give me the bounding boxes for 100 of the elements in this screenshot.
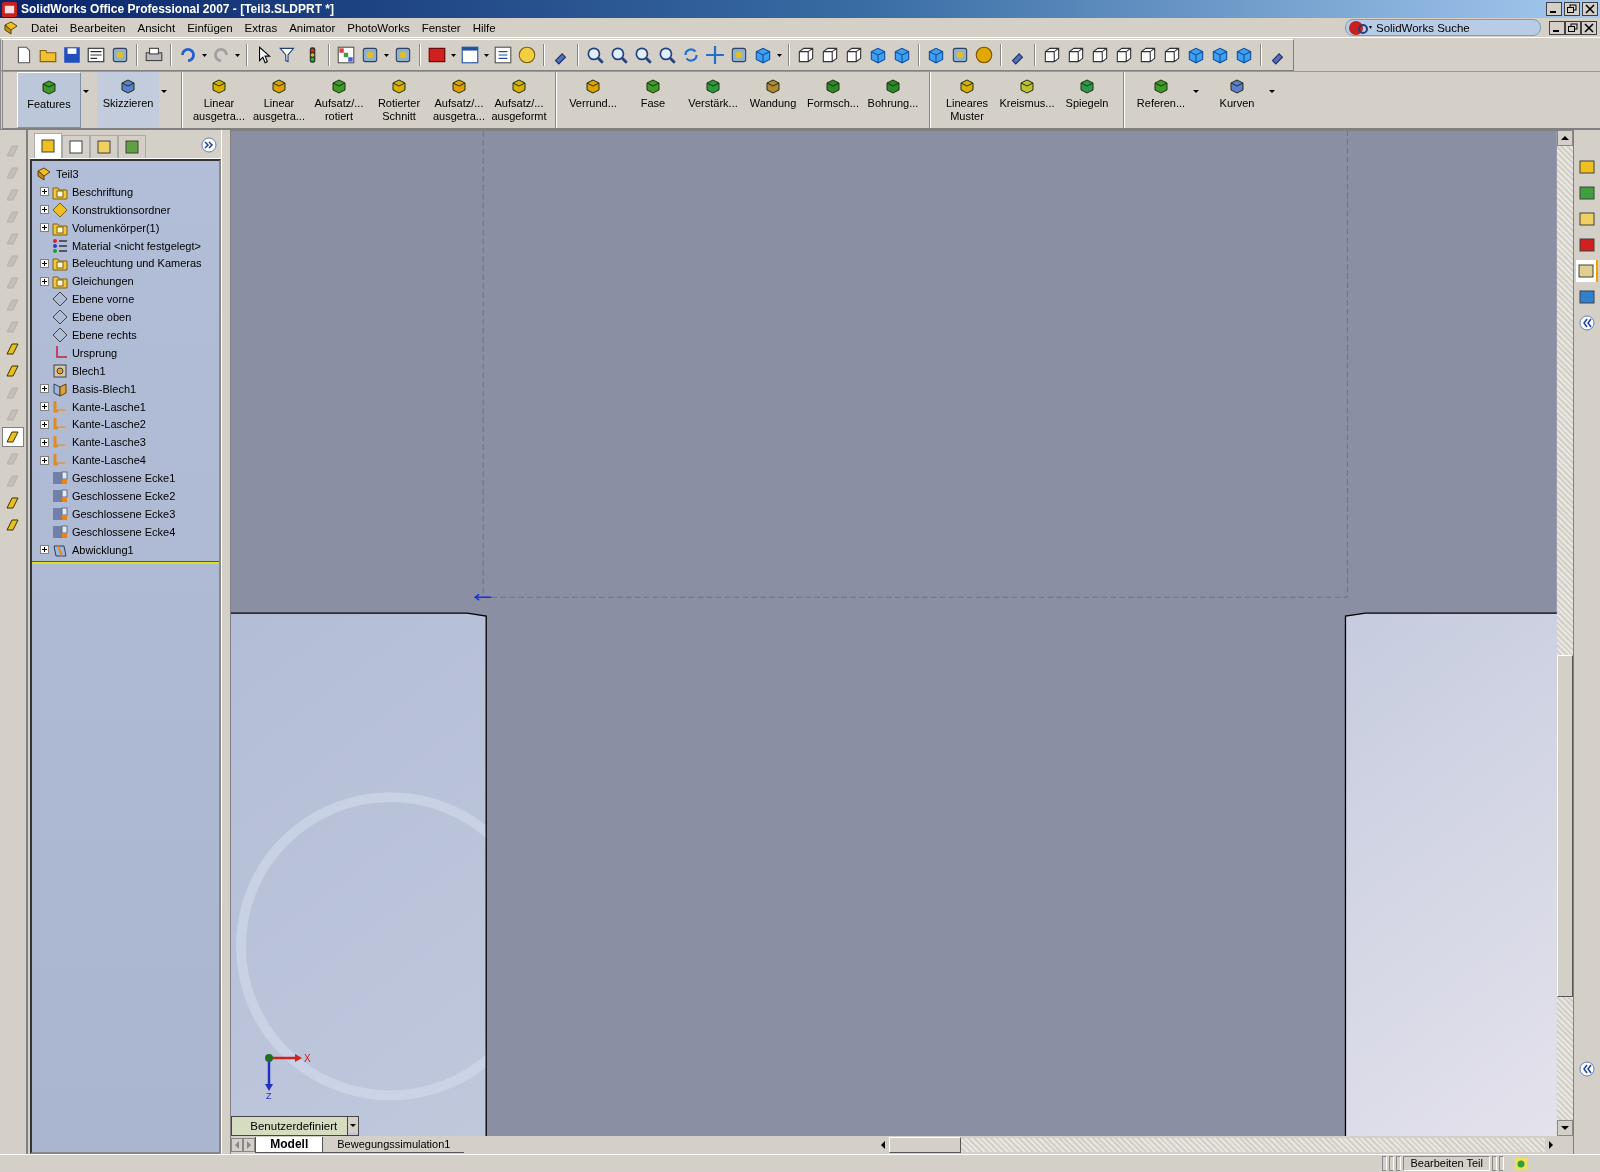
command-button[interactable]: Aufsatz/... ausgetra... bbox=[429, 72, 489, 128]
expand-toggle[interactable] bbox=[39, 384, 49, 394]
search-icon bbox=[1348, 19, 1374, 36]
tree-item[interactable]: Blech1 bbox=[71, 364, 106, 377]
tree-item[interactable]: Basis-Blech1 bbox=[71, 382, 137, 395]
search-field[interactable]: SolidWorks Suche bbox=[1374, 21, 1531, 34]
command-button[interactable]: Kurven bbox=[1207, 72, 1267, 128]
close-button[interactable] bbox=[1582, 2, 1598, 16]
tree-item[interactable]: Kante-Lasche4 bbox=[71, 454, 146, 467]
expand-toggle[interactable] bbox=[39, 455, 49, 465]
collapse-button[interactable] bbox=[1577, 312, 1598, 334]
tool-icon bbox=[704, 77, 722, 95]
panel-tab[interactable] bbox=[117, 135, 146, 158]
minimize-button[interactable] bbox=[1546, 2, 1562, 16]
command-button[interactable]: Lineares Muster bbox=[937, 72, 997, 128]
expand-toggle[interactable] bbox=[39, 276, 49, 286]
tree-item[interactable]: Ursprung bbox=[71, 346, 118, 359]
command-button[interactable]: Fase bbox=[623, 72, 683, 128]
command-button[interactable]: Referen... bbox=[1131, 72, 1191, 128]
command-button[interactable]: Wandung bbox=[743, 72, 803, 128]
bent-sheet-icon bbox=[51, 416, 68, 433]
tree-item[interactable]: Kante-Lasche2 bbox=[71, 418, 146, 431]
panel-tab[interactable] bbox=[61, 135, 90, 158]
menu-item[interactable]: Ansicht bbox=[131, 21, 182, 34]
command-button[interactable]: Linear ausgetra... bbox=[249, 72, 309, 128]
command-button[interactable]: Bohrung... bbox=[863, 72, 923, 128]
command-button[interactable]: Spiegeln bbox=[1057, 72, 1117, 128]
scroll-thumb[interactable] bbox=[889, 1137, 962, 1154]
command-button[interactable]: Verrund... bbox=[563, 72, 623, 128]
restore-button[interactable] bbox=[1564, 2, 1580, 16]
tree-item[interactable]: Konstruktionsordner bbox=[71, 203, 171, 216]
panel-tab[interactable] bbox=[33, 133, 62, 158]
view-orientation-field[interactable]: Benutzerdefiniert bbox=[232, 1117, 349, 1136]
scroll-up-button[interactable] bbox=[1557, 130, 1574, 146]
expand-button[interactable] bbox=[201, 137, 218, 153]
scroll-down-button[interactable] bbox=[1557, 1120, 1574, 1136]
menu-item[interactable]: Einfügen bbox=[181, 21, 239, 34]
menu-item[interactable]: Extras bbox=[238, 21, 284, 34]
command-button[interactable]: Verstärk... bbox=[683, 72, 743, 128]
tree-item[interactable]: Material <nicht festgelegt> bbox=[71, 239, 201, 252]
tree-item[interactable]: Ebene rechts bbox=[71, 328, 137, 341]
expand-toggle[interactable] bbox=[39, 402, 49, 411]
expand-toggle[interactable] bbox=[39, 419, 49, 429]
expand-toggle[interactable] bbox=[39, 437, 49, 447]
tree-item[interactable]: Ebene oben bbox=[71, 311, 132, 324]
expand-toggle[interactable] bbox=[39, 223, 49, 233]
expand-toggle[interactable] bbox=[39, 205, 49, 215]
scroll-thumb[interactable] bbox=[1557, 654, 1574, 997]
tree-item[interactable]: Beschriftung bbox=[71, 185, 134, 198]
menu-item[interactable]: Datei bbox=[25, 21, 64, 34]
collapse-button[interactable] bbox=[1577, 1058, 1598, 1080]
expand-toggle[interactable] bbox=[39, 545, 49, 555]
tree-item[interactable]: Kante-Lasche1 bbox=[71, 400, 146, 413]
tool-icon bbox=[824, 77, 842, 95]
panel-splitter[interactable] bbox=[221, 130, 232, 1154]
command-button[interactable]: Features bbox=[17, 72, 81, 128]
minimize-button[interactable] bbox=[1549, 20, 1565, 35]
sheet-metal-tool-icon[interactable] bbox=[2, 428, 23, 446]
tool-icon bbox=[958, 77, 976, 95]
tool-icon bbox=[1152, 77, 1170, 95]
close-button[interactable] bbox=[1581, 20, 1597, 35]
menu-item[interactable]: Fenster bbox=[415, 21, 467, 34]
expand-toggle[interactable] bbox=[39, 258, 49, 268]
tool-icon bbox=[450, 77, 468, 95]
command-button[interactable]: Aufsatz/... ausgeformt bbox=[489, 72, 549, 128]
caret-icon[interactable] bbox=[348, 1117, 359, 1134]
layout-icon[interactable] bbox=[1576, 260, 1599, 282]
command-button[interactable]: Skizzieren bbox=[97, 72, 159, 128]
tree-item[interactable]: Gleichungen bbox=[71, 275, 134, 288]
command-button[interactable]: Aufsatz/... rotiert bbox=[309, 72, 369, 128]
menu-item[interactable]: Bearbeiten bbox=[63, 21, 132, 34]
tool-icon bbox=[1018, 77, 1036, 95]
tree-item[interactable]: Geschlossene Ecke2 bbox=[71, 489, 176, 502]
document-tab[interactable]: Bewegungssimulation1 bbox=[322, 1137, 465, 1154]
tree-item[interactable]: Teil3 bbox=[55, 167, 79, 180]
menu-item[interactable]: Hilfe bbox=[466, 21, 502, 34]
tree-item[interactable]: Geschlossene Ecke3 bbox=[71, 507, 176, 520]
tree-item[interactable]: Abwicklung1 bbox=[71, 543, 134, 556]
tree-item[interactable]: Geschlossene Ecke1 bbox=[71, 472, 176, 485]
document-tab[interactable]: Modell bbox=[255, 1137, 323, 1154]
menu-item[interactable]: Animator bbox=[283, 21, 342, 34]
tree-item[interactable]: Kante-Lasche3 bbox=[71, 436, 146, 449]
axis-triad: X Z bbox=[263, 1052, 314, 1101]
menu-item[interactable]: PhotoWorks bbox=[341, 21, 416, 34]
tree-item[interactable]: Geschlossene Ecke4 bbox=[71, 525, 176, 538]
rollback-bar[interactable] bbox=[31, 560, 220, 564]
material-list-icon bbox=[51, 237, 68, 254]
move-arrows-icon[interactable] bbox=[704, 43, 726, 66]
command-button[interactable]: Rotierter Schnitt bbox=[369, 72, 429, 128]
command-button[interactable]: Kreismus... bbox=[997, 72, 1057, 128]
command-button[interactable]: Linear ausgetra... bbox=[189, 72, 249, 128]
tool-icon bbox=[1078, 77, 1096, 95]
tool-icon bbox=[119, 77, 137, 95]
expand-toggle[interactable] bbox=[39, 187, 49, 197]
command-button[interactable]: Formsch... bbox=[803, 72, 863, 128]
tree-item[interactable]: Volumenkörper(1) bbox=[71, 221, 160, 234]
tree-item[interactable]: Ebene vorne bbox=[71, 293, 135, 306]
restore-button[interactable] bbox=[1565, 20, 1581, 35]
tree-item[interactable]: Beleuchtung und Kameras bbox=[71, 257, 202, 270]
search-box[interactable]: SolidWorks Suche bbox=[1345, 19, 1541, 36]
